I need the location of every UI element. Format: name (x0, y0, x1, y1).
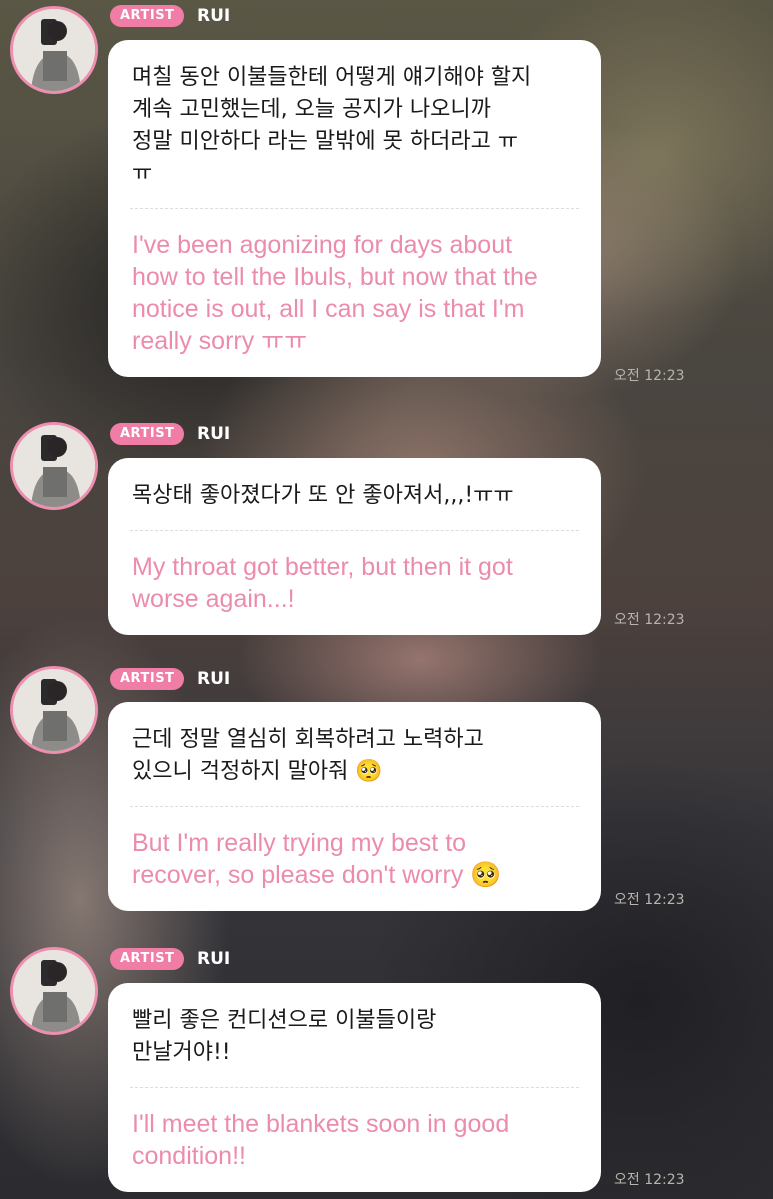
message-bubble[interactable]: 빨리 좋은 컨디션으로 이불들이랑 만날거야!! I'll meet the b… (108, 983, 601, 1192)
message-bubble[interactable]: 근데 정말 열심히 회복하려고 노력하고 있으니 걱정하지 말아줘 🥺 But … (108, 702, 601, 911)
artist-avatar-icon[interactable] (10, 6, 98, 94)
message-text-korean: 목상태 좋아졌다가 또 안 좋아져서,,,!ㅠㅠ (132, 483, 514, 508)
author-name[interactable]: RUI (197, 5, 230, 27)
message-text-translation: But I'm really trying my best to recover… (132, 829, 502, 889)
message-bubble[interactable]: 목상태 좋아졌다가 또 안 좋아져서,,,!ㅠㅠ My throat got b… (108, 458, 601, 635)
artist-avatar-icon[interactable] (10, 422, 98, 510)
author-name[interactable]: RUI (197, 668, 230, 690)
author-name[interactable]: RUI (197, 948, 230, 970)
author-name[interactable]: RUI (197, 423, 230, 445)
message-bubble[interactable]: 며칠 동안 이불들한테 어떻게 얘기해야 할지 계속 고민했는데, 오늘 공지가… (108, 40, 601, 377)
message-text-korean: 빨리 좋은 컨디션으로 이불들이랑 만날거야!! (132, 1008, 437, 1065)
artist-avatar-icon[interactable] (10, 947, 98, 1035)
message-text-korean: 근데 정말 열심히 회복하려고 노력하고 있으니 걱정하지 말아줘 🥺 (132, 727, 484, 784)
message-timestamp: 오전 12:23 (614, 1172, 685, 1188)
message-timestamp: 오전 12:23 (614, 612, 685, 628)
artist-badge: ARTIST (110, 423, 185, 445)
message-text-translation: I'll meet the blankets soon in good cond… (132, 1110, 510, 1170)
artist-badge: ARTIST (110, 948, 185, 970)
message-text-translation: I've been agonizing for days about how t… (132, 231, 538, 355)
message-timestamp: 오전 12:23 (614, 892, 685, 908)
message-timestamp: 오전 12:23 (614, 368, 685, 384)
artist-avatar-icon[interactable] (10, 666, 98, 754)
artist-badge: ARTIST (110, 668, 185, 690)
message-text-translation: My throat got better, but then it got wo… (132, 553, 513, 613)
artist-badge: ARTIST (110, 5, 185, 27)
message-text-korean: 며칠 동안 이불들한테 어떻게 얘기해야 할지 계속 고민했는데, 오늘 공지가… (132, 65, 532, 186)
